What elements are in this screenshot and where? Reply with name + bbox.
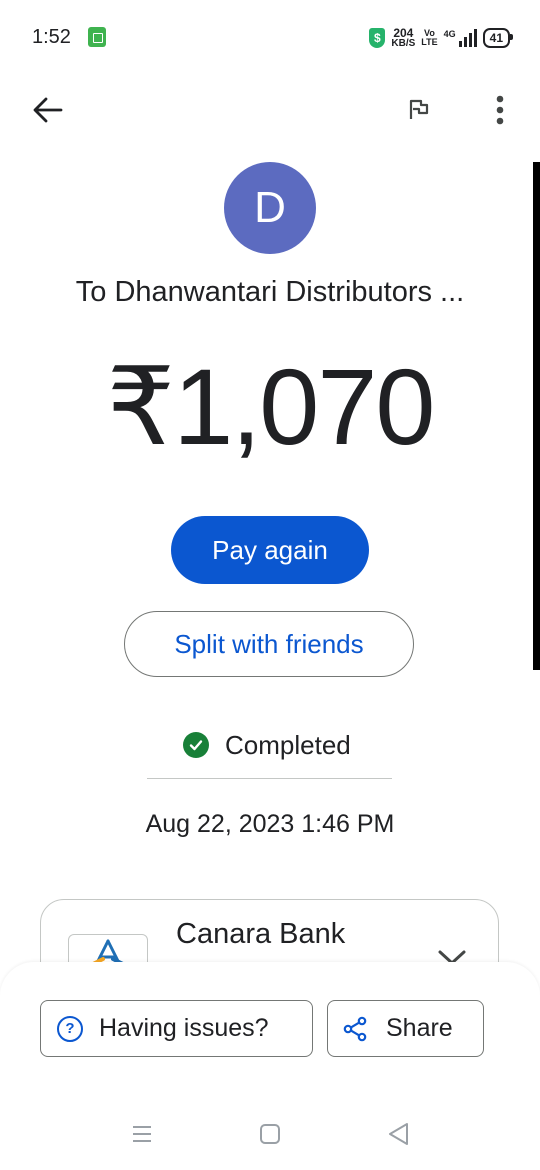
network-speed-unit: KB/S	[391, 38, 416, 49]
status-time: 1:52	[32, 26, 71, 48]
nav-recents-button[interactable]	[124, 1116, 160, 1152]
check-circle-icon	[183, 732, 209, 758]
transaction-status: Completed	[183, 728, 351, 762]
battery-level: 41	[489, 31, 503, 45]
report-button[interactable]	[398, 90, 438, 130]
transaction-datetime: Aug 22, 2023 1:46 PM	[145, 810, 395, 838]
bank-name: Canara Bank	[176, 918, 346, 950]
network-speed: 204 KB/S	[391, 27, 415, 49]
split-with-friends-button[interactable]: Split with friends	[124, 611, 414, 677]
arrow-left-icon	[33, 97, 63, 123]
having-issues-label: Having issues?	[99, 1014, 269, 1042]
back-button[interactable]	[26, 88, 70, 132]
shield-dollar-icon: $	[369, 28, 386, 48]
help-icon: ?	[57, 1015, 83, 1042]
battery-icon: 41	[482, 28, 514, 48]
share-button[interactable]: Share	[327, 1000, 484, 1057]
status-text: Completed	[225, 729, 351, 760]
payee-name: To Dhanwantari Distributors ...	[75, 276, 465, 308]
nav-home-button[interactable]	[252, 1116, 288, 1152]
app-notification-icon	[88, 27, 106, 47]
triangle-back-icon	[389, 1123, 408, 1145]
volte-bottom: LTE	[421, 37, 438, 47]
having-issues-button[interactable]: ? Having issues?	[40, 1000, 313, 1057]
signal-label: 4G	[443, 29, 456, 39]
more-options-button[interactable]	[480, 88, 520, 132]
status-indicators: $ 204 KB/S Vo LTE 4G 41	[369, 24, 514, 52]
nav-back-button[interactable]	[380, 1116, 416, 1152]
share-label: Share	[386, 1014, 453, 1042]
pay-again-button[interactable]: Pay again	[171, 516, 369, 584]
menu-lines-icon	[133, 1126, 151, 1142]
divider	[147, 778, 392, 779]
square-icon	[260, 1124, 280, 1144]
flag-icon	[409, 99, 429, 119]
transaction-amount: ₹1,070	[106, 346, 436, 467]
avatar: D	[224, 162, 316, 254]
more-vert-icon	[496, 95, 504, 125]
signal-icon: 4G	[444, 29, 477, 47]
volte-icon: Vo LTE	[421, 29, 437, 47]
share-icon	[343, 1016, 367, 1041]
